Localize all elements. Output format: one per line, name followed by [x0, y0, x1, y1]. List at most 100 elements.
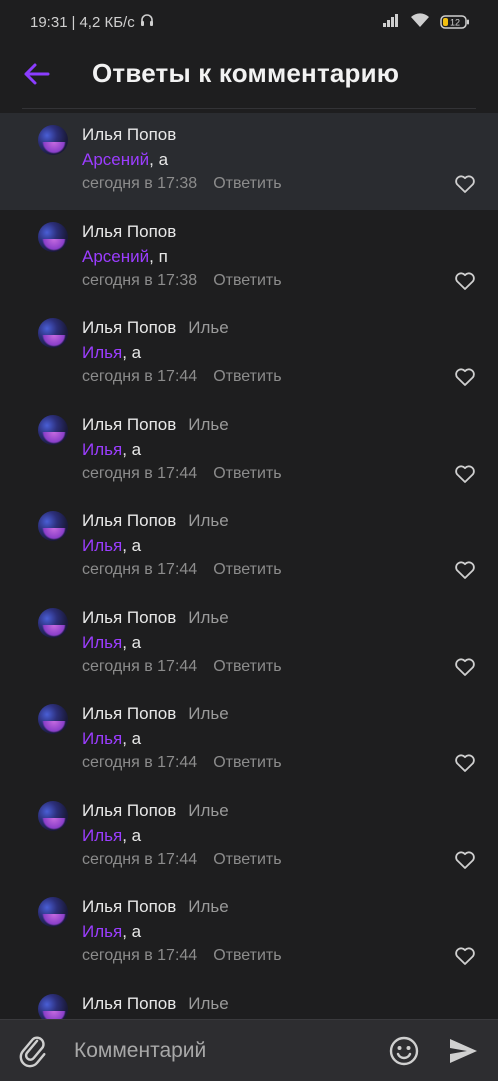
comment-reply-to: Илье: [188, 414, 229, 434]
comment-meta: сегодня в 17:44 Ответить: [82, 658, 282, 676]
comment-body: , а: [122, 439, 142, 459]
battery-level: 12: [450, 18, 460, 28]
comment-meta: сегодня в 17:44 Ответить: [82, 851, 282, 869]
comment-item[interactable]: Илья Попов Илье Илья, а сегодня в 17:44 Отве…: [0, 403, 498, 500]
comment-mention[interactable]: Илья: [82, 729, 122, 748]
comment-item[interactable]: Илья Попов Илье Илья, а сегодня в 17:44 Отве…: [0, 692, 498, 789]
comment-author[interactable]: Илья Попов: [82, 801, 176, 821]
like-button[interactable]: [454, 849, 476, 871]
avatar[interactable]: [38, 607, 68, 638]
reply-button[interactable]: Ответить: [213, 754, 281, 772]
comment-item[interactable]: Илья Попов Илье Илья, а сегодня в 17:44 Отве…: [0, 596, 498, 693]
comment-meta: сегодня в 17:44 Ответить: [82, 465, 282, 483]
comment-header: Илья Попов Илье: [82, 511, 229, 531]
like-button[interactable]: [454, 752, 476, 774]
heart-icon: [455, 368, 475, 386]
comment-header: Илья Попов: [82, 125, 188, 145]
comment-time: сегодня в 17:38: [82, 175, 198, 192]
heart-icon: [455, 850, 475, 869]
like-button[interactable]: [454, 945, 476, 967]
comment-mention[interactable]: Арсений: [82, 150, 149, 169]
status-bar: 19:31 | 4,2 КБ/с 12: [0, 0, 498, 44]
heart-icon: [455, 271, 475, 290]
comment-input[interactable]: [72, 1030, 376, 1072]
emoji-button[interactable]: [386, 1033, 422, 1069]
comment-item[interactable]: Илья Попов Илье Илья, а сегодня в 17:44 Отве…: [0, 499, 498, 596]
comment-reply-to: Илье: [188, 993, 229, 1013]
comment-text: Илья, а: [82, 826, 141, 846]
comment-body: , а: [149, 150, 169, 169]
reply-button[interactable]: Ответить: [213, 851, 281, 869]
comment-author[interactable]: Илья Попов: [82, 125, 176, 145]
header: Ответы к комментарию: [0, 44, 498, 108]
reply-button[interactable]: Ответить: [213, 368, 281, 386]
comment-author[interactable]: Илья Попов: [82, 415, 176, 435]
comment-reply-to: Илье: [188, 607, 229, 627]
paperclip-icon: [19, 1036, 46, 1068]
comment-header: Илья Попов Илье: [82, 608, 229, 628]
like-button[interactable]: [454, 173, 476, 195]
comment-reply-to: Илье: [188, 897, 229, 916]
reply-button[interactable]: Ответить: [213, 272, 281, 290]
comment-meta: сегодня в 17:44 Ответить: [82, 368, 282, 386]
reply-button[interactable]: Ответить: [213, 175, 281, 193]
avatar[interactable]: [38, 125, 68, 155]
status-left: 19:31 | 4,2 КБ/с: [30, 12, 155, 32]
like-button[interactable]: [454, 559, 476, 581]
avatar[interactable]: [38, 221, 68, 252]
comment-text: Илья, а: [82, 343, 141, 363]
comment-meta: сегодня в 17:44 Ответить: [82, 754, 282, 772]
reply-button[interactable]: Ответить: [213, 465, 281, 483]
comment-time: сегодня в 17:44: [82, 561, 198, 578]
avatar[interactable]: [38, 704, 68, 734]
comment-header: Илья Попов Илье: [82, 318, 229, 338]
heart-icon: [455, 561, 475, 579]
comment-author[interactable]: Илья Попов: [82, 318, 176, 338]
header-divider: [22, 108, 476, 109]
comment-mention[interactable]: Илья: [82, 343, 122, 362]
comment-text: Илья, а: [82, 536, 141, 556]
reply-button[interactable]: Ответить: [213, 947, 281, 965]
comment-reply-to: Илье: [188, 318, 229, 337]
comment-mention[interactable]: Илья: [82, 440, 122, 459]
reply-button[interactable]: Ответить: [213, 658, 281, 676]
avatar[interactable]: [38, 511, 68, 541]
comment-item[interactable]: Илья Попов Илье Илья, а сегодня в 17:44 Отве…: [0, 789, 498, 886]
comment-body: , п: [149, 246, 168, 266]
avatar[interactable]: [38, 800, 68, 831]
avatar[interactable]: [38, 414, 68, 445]
comment-item[interactable]: Илья Попов Илье Илья, а сегодня в 17:44 Отве…: [0, 306, 498, 403]
comment-author[interactable]: Илья Попов: [82, 897, 176, 917]
send-button[interactable]: [446, 1035, 480, 1067]
comment-item[interactable]: Илья Попов Арсений, п сегодня в 17:38 Ответ…: [0, 210, 498, 307]
wifi-icon: [410, 12, 430, 32]
comment-list[interactable]: Илья Попов Арсений, а сегодня в 17:38 Ответ…: [0, 113, 498, 1078]
reply-button[interactable]: Ответить: [213, 561, 281, 579]
back-button[interactable]: [20, 58, 52, 90]
comment-author[interactable]: Илья Попов: [82, 994, 176, 1014]
like-button[interactable]: [454, 463, 476, 485]
heart-icon: [455, 754, 475, 772]
comment-mention[interactable]: Илья: [82, 536, 122, 555]
comment-item[interactable]: Илья Попов Илье Илья, а сегодня в 17:44 Отве…: [0, 885, 498, 982]
headphones-icon: [139, 12, 155, 32]
comment-author[interactable]: Илья Попов: [82, 608, 176, 628]
like-button[interactable]: [454, 656, 476, 678]
comment-author[interactable]: Илья Попов: [82, 511, 176, 531]
like-button[interactable]: [454, 270, 476, 292]
comment-author[interactable]: Илья Попов: [82, 704, 176, 724]
like-button[interactable]: [454, 366, 476, 388]
comment-mention[interactable]: Арсений: [82, 247, 149, 266]
comment-mention[interactable]: Илья: [82, 826, 122, 845]
avatar[interactable]: [38, 897, 68, 927]
comment-mention[interactable]: Илья: [82, 633, 122, 652]
avatar[interactable]: [38, 318, 68, 348]
comment-author[interactable]: Илья Попов: [82, 222, 176, 242]
comment-meta: сегодня в 17:44 Ответить: [82, 561, 282, 579]
heart-icon: [455, 657, 475, 676]
comment-text: Арсений, а: [82, 150, 168, 170]
comment-mention[interactable]: Илья: [82, 922, 122, 941]
attach-button[interactable]: [18, 1034, 52, 1068]
comment-header: Илья Попов Илье: [82, 415, 229, 435]
comment-item[interactable]: Илья Попов Арсений, а сегодня в 17:38 Ответ…: [0, 113, 498, 210]
